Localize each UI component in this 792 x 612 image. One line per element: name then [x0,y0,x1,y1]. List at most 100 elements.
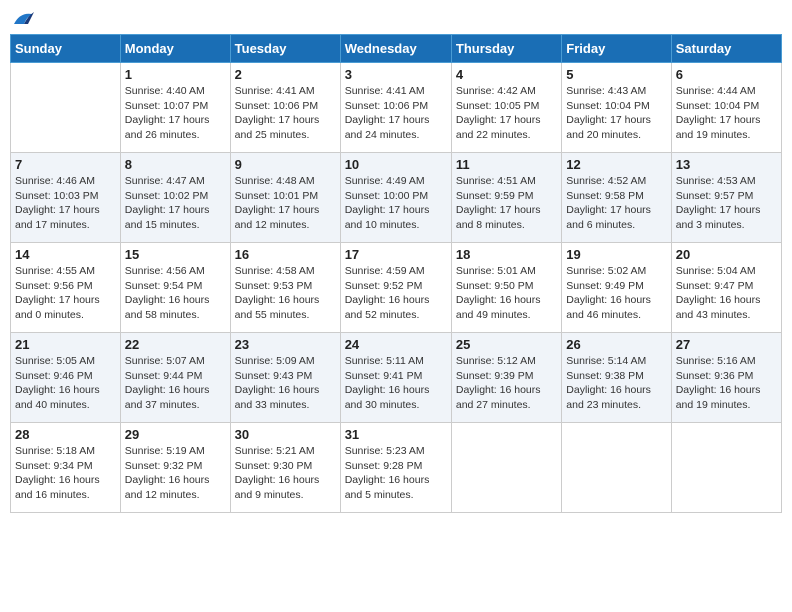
calendar-cell [11,63,121,153]
day-info: Sunrise: 5:02 AMSunset: 9:49 PMDaylight:… [566,264,666,323]
calendar-cell: 17 Sunrise: 4:59 AMSunset: 9:52 PMDayligh… [340,243,451,333]
day-number: 24 [345,337,447,352]
day-number: 13 [676,157,777,172]
calendar-week-1: 1 Sunrise: 4:40 AMSunset: 10:07 PMDayligh… [11,63,782,153]
calendar-cell: 16Sunrise: 4:58 AMSunset: 9:53 PMDayligh… [230,243,340,333]
day-number: 30 [235,427,336,442]
calendar-header-row: SundayMondayTuesdayWednesdayThursdayFrid… [11,35,782,63]
day-number: 3 [345,67,447,82]
day-number: 22 [125,337,226,352]
calendar-cell: 20 Sunrise: 5:04 AMSunset: 9:47 PMDayligh… [671,243,781,333]
day-info: Sunrise: 4:47 AMSunset: 10:02 PMDaylight… [125,174,226,233]
calendar-cell: 28Sunrise: 5:18 AMSunset: 9:34 PMDayligh… [11,423,121,513]
calendar-week-3: 14 Sunrise: 4:55 AMSunset: 9:56 PMDayligh… [11,243,782,333]
day-number: 15 [125,247,226,262]
logo-bird-icon [12,10,34,28]
day-number: 12 [566,157,666,172]
day-info: Sunrise: 5:09 AMSunset: 9:43 PMDaylight:… [235,354,336,413]
calendar-cell: 21 Sunrise: 5:05 AMSunset: 9:46 PMDayligh… [11,333,121,423]
header-saturday: Saturday [671,35,781,63]
day-info: Sunrise: 5:07 AMSunset: 9:44 PMDaylight:… [125,354,226,413]
day-info: Sunrise: 4:49 AMSunset: 10:00 PMDaylight… [345,174,447,233]
day-number: 18 [456,247,557,262]
calendar-cell: 31 Sunrise: 5:23 AMSunset: 9:28 PMDayligh… [340,423,451,513]
calendar-cell: 2Sunrise: 4:41 AMSunset: 10:06 PMDayligh… [230,63,340,153]
day-number: 7 [15,157,116,172]
day-info: Sunrise: 5:01 AMSunset: 9:50 PMDaylight:… [456,264,557,323]
day-info: Sunrise: 5:11 AMSunset: 9:41 PMDaylight:… [345,354,447,413]
calendar-cell: 18 Sunrise: 5:01 AMSunset: 9:50 PMDayligh… [451,243,561,333]
calendar-cell: 8 Sunrise: 4:47 AMSunset: 10:02 PMDayligh… [120,153,230,243]
day-number: 4 [456,67,557,82]
day-info: Sunrise: 4:43 AMSunset: 10:04 PMDaylight… [566,84,666,143]
day-number: 26 [566,337,666,352]
day-number: 11 [456,157,557,172]
calendar-table: SundayMondayTuesdayWednesdayThursdayFrid… [10,34,782,513]
calendar-cell: 1 Sunrise: 4:40 AMSunset: 10:07 PMDayligh… [120,63,230,153]
day-number: 2 [235,67,336,82]
day-number: 10 [345,157,447,172]
calendar-cell: 23 Sunrise: 5:09 AMSunset: 9:43 PMDayligh… [230,333,340,423]
header-wednesday: Wednesday [340,35,451,63]
day-info: Sunrise: 4:42 AMSunset: 10:05 PMDaylight… [456,84,557,143]
calendar-cell: 7 Sunrise: 4:46 AMSunset: 10:03 PMDayligh… [11,153,121,243]
day-info: Sunrise: 4:40 AMSunset: 10:07 PMDaylight… [125,84,226,143]
calendar-cell [671,423,781,513]
day-info: Sunrise: 4:51 AMSunset: 9:59 PMDaylight:… [456,174,557,233]
calendar-cell: 10 Sunrise: 4:49 AMSunset: 10:00 PMDaylig… [340,153,451,243]
day-info: Sunrise: 5:23 AMSunset: 9:28 PMDaylight:… [345,444,447,503]
day-info: Sunrise: 4:46 AMSunset: 10:03 PMDaylight… [15,174,116,233]
calendar-week-5: 28Sunrise: 5:18 AMSunset: 9:34 PMDayligh… [11,423,782,513]
day-number: 6 [676,67,777,82]
header-friday: Friday [562,35,671,63]
calendar-cell: 3Sunrise: 4:41 AMSunset: 10:06 PMDayligh… [340,63,451,153]
day-number: 9 [235,157,336,172]
calendar-cell: 27 Sunrise: 5:16 AMSunset: 9:36 PMDayligh… [671,333,781,423]
calendar-cell [451,423,561,513]
calendar-cell: 29Sunrise: 5:19 AMSunset: 9:32 PMDayligh… [120,423,230,513]
calendar-cell [562,423,671,513]
calendar-cell: 25Sunrise: 5:12 AMSunset: 9:39 PMDayligh… [451,333,561,423]
day-number: 27 [676,337,777,352]
day-number: 1 [125,67,226,82]
header-sunday: Sunday [11,35,121,63]
day-number: 14 [15,247,116,262]
day-number: 29 [125,427,226,442]
day-info: Sunrise: 4:55 AMSunset: 9:56 PMDaylight:… [15,264,116,323]
calendar-cell: 14 Sunrise: 4:55 AMSunset: 9:56 PMDayligh… [11,243,121,333]
day-info: Sunrise: 5:05 AMSunset: 9:46 PMDaylight:… [15,354,116,413]
day-info: Sunrise: 5:04 AMSunset: 9:47 PMDaylight:… [676,264,777,323]
calendar-cell: 19 Sunrise: 5:02 AMSunset: 9:49 PMDayligh… [562,243,671,333]
day-number: 23 [235,337,336,352]
day-number: 31 [345,427,447,442]
header-monday: Monday [120,35,230,63]
day-info: Sunrise: 5:21 AMSunset: 9:30 PMDaylight:… [235,444,336,503]
day-number: 8 [125,157,226,172]
day-number: 5 [566,67,666,82]
calendar-week-2: 7 Sunrise: 4:46 AMSunset: 10:03 PMDayligh… [11,153,782,243]
calendar-cell: 5 Sunrise: 4:43 AMSunset: 10:04 PMDayligh… [562,63,671,153]
calendar-cell: 4 Sunrise: 4:42 AMSunset: 10:05 PMDayligh… [451,63,561,153]
page-header [10,10,782,28]
day-number: 17 [345,247,447,262]
day-info: Sunrise: 4:59 AMSunset: 9:52 PMDaylight:… [345,264,447,323]
logo [10,10,34,28]
day-info: Sunrise: 5:16 AMSunset: 9:36 PMDaylight:… [676,354,777,413]
day-info: Sunrise: 4:52 AMSunset: 9:58 PMDaylight:… [566,174,666,233]
day-info: Sunrise: 5:12 AMSunset: 9:39 PMDaylight:… [456,354,557,413]
calendar-cell: 12 Sunrise: 4:52 AMSunset: 9:58 PMDayligh… [562,153,671,243]
day-info: Sunrise: 4:44 AMSunset: 10:04 PMDaylight… [676,84,777,143]
calendar-week-4: 21 Sunrise: 5:05 AMSunset: 9:46 PMDayligh… [11,333,782,423]
calendar-cell: 13 Sunrise: 4:53 AMSunset: 9:57 PMDayligh… [671,153,781,243]
calendar-cell: 24 Sunrise: 5:11 AMSunset: 9:41 PMDayligh… [340,333,451,423]
calendar-cell: 26Sunrise: 5:14 AMSunset: 9:38 PMDayligh… [562,333,671,423]
day-info: Sunrise: 5:18 AMSunset: 9:34 PMDaylight:… [15,444,116,503]
calendar-cell: 30 Sunrise: 5:21 AMSunset: 9:30 PMDayligh… [230,423,340,513]
calendar-cell: 15Sunrise: 4:56 AMSunset: 9:54 PMDayligh… [120,243,230,333]
day-number: 19 [566,247,666,262]
day-number: 20 [676,247,777,262]
calendar-cell: 6 Sunrise: 4:44 AMSunset: 10:04 PMDayligh… [671,63,781,153]
day-info: Sunrise: 4:58 AMSunset: 9:53 PMDaylight:… [235,264,336,323]
day-info: Sunrise: 4:53 AMSunset: 9:57 PMDaylight:… [676,174,777,233]
day-number: 21 [15,337,116,352]
